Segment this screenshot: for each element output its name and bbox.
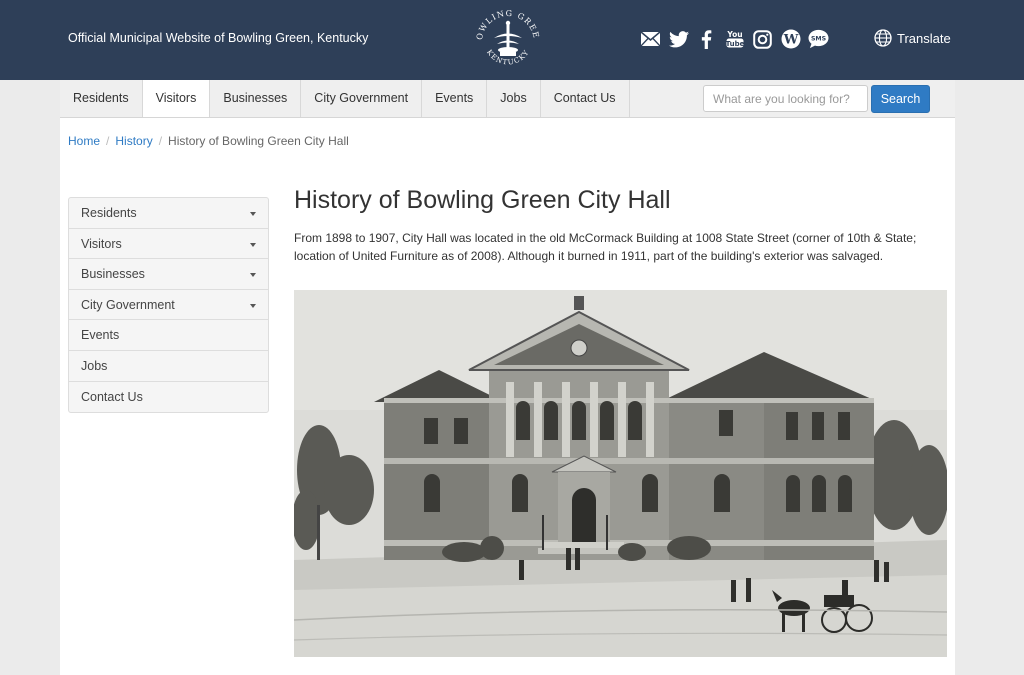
main-navbar: Residents Visitors Businesses City Gover… xyxy=(60,80,955,118)
site-header: Official Municipal Website of Bowling Gr… xyxy=(0,0,1024,80)
sidebar-nav: Residents Visitors Businesses City Gover… xyxy=(68,197,269,414)
breadcrumb-separator: / xyxy=(106,134,110,148)
nav-item-contact-us[interactable]: Contact Us xyxy=(541,80,630,117)
facebook-icon[interactable] xyxy=(696,29,717,50)
sidebar-item-city-government[interactable]: City Government xyxy=(69,290,268,321)
search-button[interactable]: Search xyxy=(871,85,930,113)
svg-text:W: W xyxy=(782,33,798,48)
wordpress-icon[interactable]: W xyxy=(780,29,801,50)
breadcrumb-home-link[interactable]: Home xyxy=(68,134,100,148)
sidebar-item-label: Visitors xyxy=(81,236,122,251)
sidebar-item-contact-us[interactable]: Contact Us xyxy=(69,382,268,413)
sidebar-item-label: Residents xyxy=(81,206,137,220)
sidebar-item-visitors[interactable]: Visitors xyxy=(69,229,268,260)
breadcrumb-history-link[interactable]: History xyxy=(115,134,152,148)
site-title: Official Municipal Website of Bowling Gr… xyxy=(68,31,369,45)
intro-paragraph: From 1898 to 1907, City Hall was located… xyxy=(294,231,917,263)
svg-text:Tube: Tube xyxy=(725,40,744,48)
caret-down-icon xyxy=(250,212,256,216)
sidebar-item-label: City Government xyxy=(81,297,175,312)
sidebar-item-label: Contact Us xyxy=(81,389,143,404)
social-links: You Tube W SMS xyxy=(640,28,829,50)
caret-down-icon xyxy=(250,273,256,278)
twitter-icon[interactable] xyxy=(668,29,689,50)
nav-item-city-government[interactable]: City Government xyxy=(301,80,423,117)
breadcrumb-separator: / xyxy=(158,134,163,148)
nav-item-events[interactable]: Events xyxy=(422,80,488,117)
sidebar-item-label: Events xyxy=(81,328,120,343)
nav-item-residents[interactable]: Residents xyxy=(60,80,143,117)
city-seal-logo[interactable]: BOWLING GREEN KENTUCKY xyxy=(472,4,544,76)
nav-item-businesses[interactable]: Businesses xyxy=(210,80,302,117)
youtube-icon[interactable]: You Tube xyxy=(724,29,745,50)
sidebar-item-residents[interactable]: Residents xyxy=(69,198,268,229)
translate-label: Translate xyxy=(897,30,951,46)
sidebar-item-label: Jobs xyxy=(81,358,108,373)
mail-icon[interactable] xyxy=(640,29,661,50)
sms-icon[interactable]: SMS xyxy=(808,29,829,50)
instagram-icon[interactable] xyxy=(752,29,773,50)
city-hall-historic-illustration xyxy=(294,290,947,657)
globe-icon xyxy=(874,29,892,47)
sidebar-item-label: Businesses xyxy=(81,267,145,282)
breadcrumb-current: History of Bowling Green City Hall xyxy=(168,134,349,148)
page-container: Residents Visitors Businesses City Gover… xyxy=(60,80,955,675)
nav-item-jobs[interactable]: Jobs xyxy=(487,80,541,117)
sidebar-item-events[interactable]: Events xyxy=(69,320,268,351)
svg-text:You: You xyxy=(726,30,742,39)
breadcrumb: Home / History / History of Bowling Gree… xyxy=(68,134,349,148)
search-input[interactable] xyxy=(703,85,868,112)
page-title: History of Bowling Green City Hall xyxy=(294,186,671,214)
sidebar-item-businesses[interactable]: Businesses xyxy=(69,259,268,290)
nav-item-visitors[interactable]: Visitors xyxy=(142,80,211,117)
caret-down-icon xyxy=(250,303,256,308)
translate-button[interactable]: Translate xyxy=(874,29,951,47)
svg-text:SMS: SMS xyxy=(811,35,826,42)
sidebar-item-jobs[interactable]: Jobs xyxy=(69,351,268,382)
caret-down-icon xyxy=(250,242,256,247)
